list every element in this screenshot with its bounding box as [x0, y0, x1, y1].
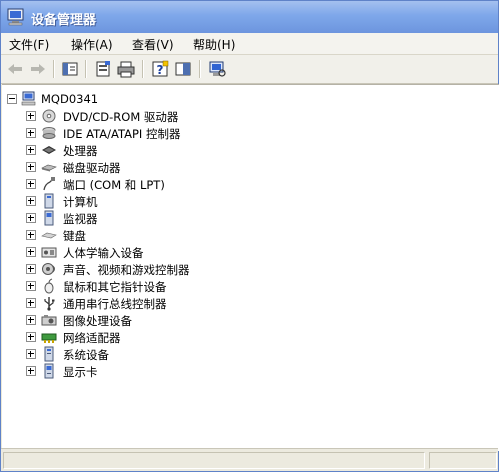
svg-text:?: ?	[157, 63, 164, 77]
back-arrow-icon[interactable]	[5, 59, 25, 79]
forward-arrow-icon[interactable]	[28, 59, 48, 79]
device-manager-window: 设备管理器 文件(F) 操作(A) 查看(V) 帮助(H) ? MQD0341 …	[0, 0, 499, 472]
expand-toggle[interactable]	[26, 230, 36, 240]
help-icon[interactable]: ?	[150, 59, 170, 79]
menu-file[interactable]: 文件(F)	[9, 36, 49, 53]
toolbar-separator	[199, 60, 201, 78]
tree-item-label: 通用串行总线控制器	[63, 297, 167, 311]
tree-item-label: 显示卡	[63, 365, 98, 379]
status-pane-main	[3, 452, 425, 469]
tree-item-label: IDE ATA/ATAPI 控制器	[63, 127, 181, 141]
port-icon	[43, 177, 55, 191]
toolbar-separator	[85, 60, 87, 78]
tree-item-label: 计算机	[63, 195, 98, 209]
tree-item-keyboard[interactable]: 键盘	[26, 227, 326, 244]
tree-item-network-adapter[interactable]: 网络适配器	[26, 329, 326, 346]
console-pane-icon[interactable]	[173, 59, 193, 79]
tree-item-usb[interactable]: 通用串行总线控制器	[26, 295, 326, 312]
disk-drive-icon	[41, 164, 57, 172]
expand-toggle[interactable]	[26, 111, 36, 121]
system-device-icon	[44, 346, 54, 362]
tree-item-label: 系统设备	[63, 348, 109, 362]
keyboard-icon	[41, 232, 57, 239]
tree-item-mouse[interactable]: 鼠标和其它指针设备	[26, 278, 326, 295]
tree-item-label: 人体学输入设备	[63, 246, 144, 260]
expand-toggle[interactable]	[26, 349, 36, 359]
menu-help[interactable]: 帮助(H)	[193, 36, 235, 53]
menu-action[interactable]: 操作(A)	[71, 36, 113, 53]
mouse-icon	[44, 278, 54, 294]
show-hide-console-tree-icon[interactable]	[60, 59, 80, 79]
expand-toggle[interactable]	[26, 366, 36, 376]
tree-item-label: 键盘	[63, 229, 86, 243]
tree-item-dvd-cdrom[interactable]: DVD/CD-ROM 驱动器	[26, 108, 326, 125]
expand-toggle[interactable]	[26, 145, 36, 155]
status-bar	[1, 448, 498, 471]
expand-toggle[interactable]	[26, 247, 36, 257]
imaging-icon	[41, 315, 57, 326]
expand-toggle[interactable]	[26, 332, 36, 342]
display-adapter-icon	[44, 363, 54, 379]
tree-item-ide-controller[interactable]: IDE ATA/ATAPI 控制器	[26, 125, 326, 142]
expand-toggle[interactable]	[26, 179, 36, 189]
toolbar: ?	[1, 55, 498, 84]
tree-root[interactable]: MQD0341	[7, 91, 207, 108]
tree-item-computer[interactable]: 计算机	[26, 193, 326, 210]
tree-item-imaging[interactable]: 图像处理设备	[26, 312, 326, 329]
expand-toggle[interactable]	[26, 281, 36, 291]
tree-item-processor[interactable]: 处理器	[26, 142, 326, 159]
expand-toggle[interactable]	[26, 162, 36, 172]
tree-item-disk-drive[interactable]: 磁盘驱动器	[26, 159, 326, 176]
tree-item-display-adapter[interactable]: 显示卡	[26, 363, 326, 380]
tree-item-sound[interactable]: 声音、视频和游戏控制器	[26, 261, 326, 278]
tree-item-system-devices[interactable]: 系统设备	[26, 346, 326, 363]
tree-item-hid[interactable]: 人体学输入设备	[26, 244, 326, 261]
monitor-icon	[44, 210, 54, 226]
computer-small-icon	[44, 193, 54, 209]
sound-icon	[42, 263, 55, 275]
device-tree[interactable]: MQD0341 DVD/CD-ROM 驱动器 IDE ATA/ATAPI 控制器	[2, 84, 499, 451]
expand-toggle[interactable]	[26, 298, 36, 308]
tree-item-label: 鼠标和其它指针设备	[63, 280, 167, 294]
cdrom-icon	[42, 109, 56, 123]
toolbar-separator	[142, 60, 144, 78]
network-adapter-icon	[41, 333, 57, 343]
tree-item-label: DVD/CD-ROM 驱动器	[63, 110, 179, 124]
tree-item-label: 网络适配器	[63, 331, 121, 345]
computer-icon	[21, 91, 36, 106]
tree-item-label: 声音、视频和游戏控制器	[63, 263, 190, 277]
collapse-toggle[interactable]	[7, 94, 17, 104]
hid-icon	[41, 247, 57, 258]
computer-icon	[7, 8, 24, 26]
tree-item-label: 图像处理设备	[63, 314, 132, 328]
tree-item-label: 端口 (COM 和 LPT)	[63, 178, 165, 192]
properties-icon[interactable]	[93, 59, 113, 79]
tree-root-label: MQD0341	[41, 92, 99, 106]
usb-icon	[44, 297, 55, 311]
print-icon[interactable]	[116, 59, 136, 79]
ide-controller-icon	[42, 127, 56, 139]
expand-toggle[interactable]	[26, 315, 36, 325]
scan-hardware-icon[interactable]	[207, 59, 227, 79]
tree-item-label: 处理器	[63, 144, 98, 158]
expand-toggle[interactable]	[26, 196, 36, 206]
tree-item-label: 磁盘驱动器	[63, 161, 121, 175]
processor-icon	[42, 146, 56, 154]
expand-toggle[interactable]	[26, 264, 36, 274]
menu-view[interactable]: 查看(V)	[132, 36, 174, 53]
expand-toggle[interactable]	[26, 128, 36, 138]
menu-bar: 文件(F) 操作(A) 查看(V) 帮助(H)	[1, 33, 498, 55]
tree-item-ports[interactable]: 端口 (COM 和 LPT)	[26, 176, 326, 193]
title-bar[interactable]: 设备管理器	[1, 1, 498, 33]
toolbar-separator	[53, 60, 55, 78]
tree-item-monitor[interactable]: 监视器	[26, 210, 326, 227]
tree-item-label: 监视器	[63, 212, 98, 226]
status-pane-secondary	[429, 452, 497, 469]
expand-toggle[interactable]	[26, 213, 36, 223]
window-title: 设备管理器	[31, 13, 97, 28]
